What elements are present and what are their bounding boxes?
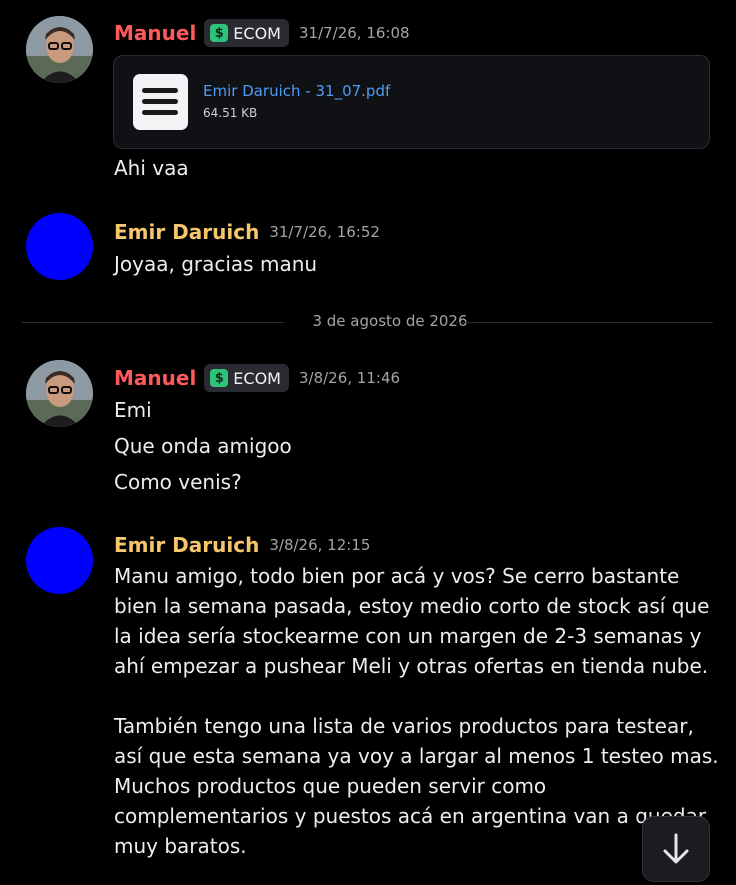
avatar[interactable] <box>26 16 93 83</box>
badge-label: ECOM <box>233 368 281 388</box>
date-divider-label: 3 de agosto de 2026 <box>312 312 468 330</box>
document-icon <box>133 74 188 130</box>
dollar-leaf-icon: $ <box>210 24 229 42</box>
file-size: 64.51 KB <box>203 106 258 120</box>
author-name[interactable]: Manuel <box>114 21 196 45</box>
message-header: Emir Daruich 3/8/26, 12:15 <box>114 529 370 561</box>
message-emir-2: Emir Daruich 3/8/26, 12:15 Manu amigo, t… <box>0 513 736 880</box>
file-name-link[interactable]: Emir Daruich - 31_07.pdf <box>203 82 390 100</box>
message-text: Ahi vaa <box>114 156 189 180</box>
scroll-to-bottom-button[interactable] <box>642 816 710 882</box>
message-text: la idea sería stockearme con un margen d… <box>114 624 702 648</box>
role-badge[interactable]: $ ECOM <box>204 19 289 47</box>
timestamp: 31/7/26, 16:52 <box>269 223 380 241</box>
message-text: muy baratos. <box>114 834 247 858</box>
avatar[interactable] <box>26 527 93 594</box>
message-text: ahí empezar a pushear Meli y otras ofert… <box>114 654 709 678</box>
message-text: Joyaa, gracias manu <box>114 252 318 276</box>
timestamp: 3/8/26, 11:46 <box>298 369 401 387</box>
dollar-leaf-icon: $ <box>210 369 229 387</box>
timestamp: 3/8/26, 12:15 <box>269 536 371 554</box>
message-text: así que esta semana ya voy a largar al m… <box>114 744 719 768</box>
author-name[interactable]: Manuel <box>114 366 196 390</box>
message-header: Emir Daruich 31/7/26, 16:52 <box>114 216 380 248</box>
timestamp: 31/7/26, 16:08 <box>298 24 410 42</box>
message-header: Manuel $ ECOM 3/8/26, 11:46 <box>114 362 400 394</box>
message-text: Como venis? <box>114 470 242 494</box>
avatar[interactable] <box>26 360 93 427</box>
arrow-down-icon <box>663 833 689 864</box>
message-emir-1: Emir Daruich 31/7/26, 16:52 Joyaa, graci… <box>0 200 736 300</box>
author-name[interactable]: Emir Daruich <box>114 220 259 244</box>
role-badge[interactable]: $ ECOM <box>204 364 289 392</box>
message-text: Manu amigo, todo bien por acá y vos? Se … <box>114 564 680 588</box>
message-text: También tengo una lista de varios produc… <box>114 714 694 738</box>
message-header: Manuel $ ECOM 31/7/26, 16:08 <box>114 17 410 49</box>
message-manuel-1: Manuel $ ECOM 31/7/26, 16:08 Emir Daruic… <box>0 0 736 190</box>
date-divider: 3 de agosto de 2026 <box>22 312 713 330</box>
author-name[interactable]: Emir Daruich <box>114 533 259 557</box>
message-text: Que onda amigoo <box>114 434 292 458</box>
message-text: Emi <box>114 398 152 422</box>
message-manuel-2: Manuel $ ECOM 3/8/26, 11:46 Emi Que onda… <box>0 346 736 506</box>
badge-label: ECOM <box>233 23 281 43</box>
avatar[interactable] <box>26 213 93 280</box>
message-text: bien la semana pasada, estoy medio corto… <box>114 594 710 618</box>
message-text: complementarios y puestos acá en argenti… <box>114 804 707 828</box>
message-text: Muchos productos que pueden servir como <box>114 774 547 798</box>
file-attachment[interactable]: Emir Daruich - 31_07.pdf 64.51 KB <box>113 55 710 149</box>
